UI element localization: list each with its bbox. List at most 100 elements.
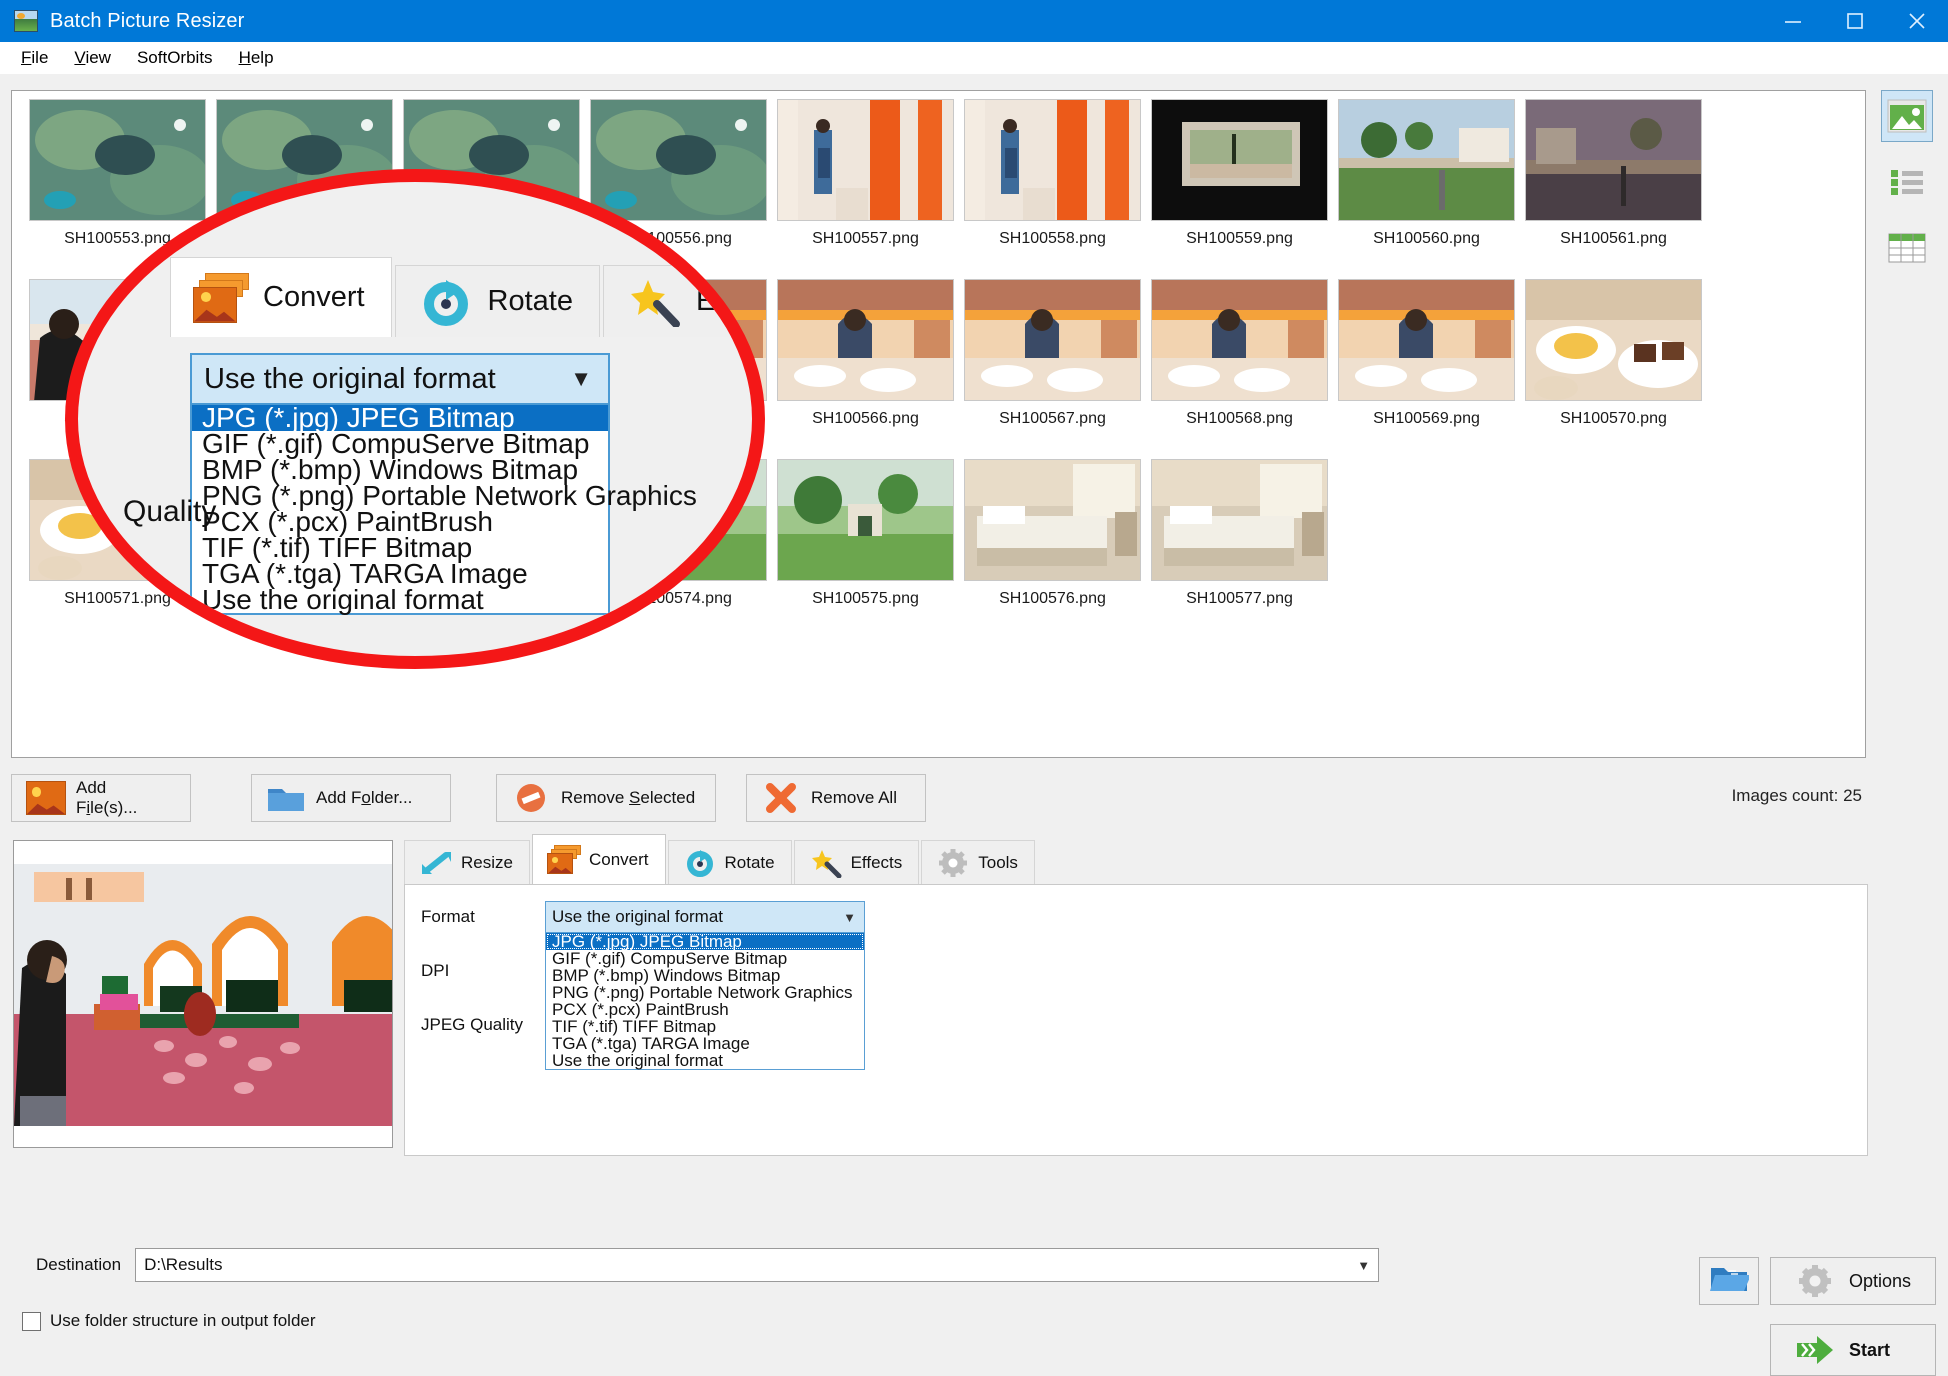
add-folder-button[interactable]: Add Folder... (251, 774, 451, 822)
main-content: SH100553.pngSH100554.pngSH100555.pngSH10… (0, 74, 1948, 1376)
thumbnail-filename: SH100577.png (1186, 590, 1293, 607)
rotate-arrow-icon (418, 277, 474, 327)
thumbnail-image[interactable] (964, 99, 1141, 221)
window-title: Batch Picture Resizer (50, 9, 245, 32)
thumbnail-item[interactable]: SH100570.png (1520, 279, 1707, 459)
close-icon[interactable] (1886, 0, 1948, 42)
menu-item-file[interactable]: File (10, 44, 59, 72)
browse-destination-button[interactable] (1699, 1257, 1759, 1305)
thumbnail-image[interactable] (777, 459, 954, 581)
title-bar: Batch Picture Resizer (0, 0, 1948, 42)
thumbnail-image[interactable] (1338, 99, 1515, 221)
destination-value: D:\Results (144, 1255, 223, 1274)
dropdown-option[interactable]: PNG (*.png) Portable Network Graphics (546, 984, 864, 1001)
menu-item-view[interactable]: View (63, 44, 122, 72)
add-files-label: Add File(s)... (76, 778, 138, 817)
thumbnail-item[interactable]: SH100577.png (1146, 459, 1333, 639)
list-view-icon[interactable] (1881, 156, 1933, 208)
magnified-tab-effects[interactable]: Ef (603, 265, 751, 337)
dropdown-option[interactable]: JPG (*.jpg) JPEG Bitmap (546, 933, 864, 950)
minimize-icon[interactable] (1762, 0, 1824, 42)
tab-resize-label: Resize (461, 852, 513, 872)
menu-item-file-label: ile (31, 47, 49, 67)
menu-item-help[interactable]: Help (228, 44, 285, 72)
magnified-format-dropdown-list[interactable]: JPG (*.jpg) JPEG Bitmap GIF (*.gif) Compu… (190, 404, 697, 615)
thumbnail-image[interactable] (964, 279, 1141, 401)
thumbnail-item[interactable]: SH100569.png (1333, 279, 1520, 459)
magnified-tab-convert[interactable]: Convert (170, 257, 392, 337)
thumbnail-image[interactable] (1151, 279, 1328, 401)
dropdown-option[interactable]: PCX (*.pcx) PaintBrush (546, 1001, 864, 1018)
jpeg-quality-label: JPEG Quality (421, 1015, 524, 1034)
thumbnail-item[interactable]: SH100557.png (772, 99, 959, 279)
add-files-button[interactable]: Add File(s)... (11, 774, 191, 822)
thumbnail-item[interactable]: SH100558.png (959, 99, 1146, 279)
thumbnail-item[interactable]: SH100576.png (959, 459, 1146, 639)
menu-item-view-label: iew (85, 47, 111, 67)
thumbnail-image[interactable] (777, 279, 954, 401)
thumbnail-item[interactable]: SH100567.png (959, 279, 1146, 459)
tab-tools[interactable]: Tools (921, 840, 1035, 884)
thumbnail-item[interactable]: SH100568.png (1146, 279, 1333, 459)
format-dropdown-list[interactable]: JPG (*.jpg) JPEG Bitmap GIF (*.gif) Compu… (545, 933, 865, 1070)
convert-tab-body: Format DPI JPEG Quality Use the original… (404, 884, 1868, 1156)
destination-input[interactable]: D:\Results ▼ (135, 1248, 1380, 1282)
thumbnail-item[interactable]: SH100559.png (1146, 99, 1333, 279)
thumbnail-image[interactable] (1338, 279, 1515, 401)
settings-tabstrip: Resize Convert Rotate Effects Tools (404, 834, 1868, 884)
chevron-down-icon: ▼ (843, 909, 856, 925)
tab-tools-label: Tools (978, 852, 1018, 872)
start-button[interactable]: Start (1770, 1324, 1936, 1376)
chevron-down-icon: ▼ (570, 366, 592, 391)
settings-panel: Resize Convert Rotate Effects Tools Form… (404, 834, 1868, 1156)
dropdown-option[interactable]: GIF (*.gif) CompuServe Bitmap (546, 950, 864, 967)
gear-icon (1793, 1263, 1837, 1299)
dropdown-option[interactable]: TIF (*.tif) TIFF Bitmap (546, 1018, 864, 1035)
no-entry-icon (511, 781, 551, 815)
resize-arrow-icon (419, 848, 453, 878)
options-button[interactable]: Options (1770, 1257, 1936, 1305)
table-view-icon[interactable] (1881, 222, 1933, 274)
dropdown-option[interactable]: BMP (*.bmp) Windows Bitmap (546, 967, 864, 984)
tab-effects[interactable]: Effects (793, 840, 920, 884)
tab-effects-label: Effects (850, 852, 903, 872)
dropdown-option[interactable]: Use the original format (546, 1052, 864, 1069)
thumbnail-image[interactable] (777, 99, 954, 221)
tab-resize[interactable]: Resize (404, 840, 530, 884)
options-label: Options (1849, 1270, 1912, 1291)
use-folder-structure-row[interactable]: Use folder structure in output folder (22, 1311, 316, 1331)
thumbnail-item[interactable]: SH100575.png (772, 459, 959, 639)
magnified-tab-rotate[interactable]: Rotate (394, 265, 600, 337)
thumbnail-filename: SH100560.png (1373, 230, 1480, 247)
magnified-format-combo[interactable]: Use the original format ▼ (190, 353, 610, 405)
dropdown-option[interactable]: TGA (*.tga) TARGA Image (546, 1035, 864, 1052)
menu-item-softorbits[interactable]: SoftOrbits (126, 44, 224, 72)
remove-all-label: Remove All (811, 788, 897, 807)
folder-icon (266, 781, 306, 815)
tab-convert-label: Convert (588, 849, 649, 869)
menu-item-softorbits-label: SoftOrbits (136, 47, 213, 67)
thumbnail-image[interactable] (964, 459, 1141, 581)
thumbnail-image[interactable] (1151, 459, 1328, 581)
tab-convert[interactable]: Convert (531, 834, 666, 884)
thumbnail-item[interactable]: SH100561.png (1520, 99, 1707, 279)
thumbnail-view-icon[interactable] (1881, 90, 1933, 142)
thumbnail-image[interactable] (1525, 279, 1702, 401)
tab-rotate[interactable]: Rotate (667, 840, 792, 884)
thumbnail-item[interactable]: SH100560.png (1333, 99, 1520, 279)
thumbnail-item[interactable]: SH100566.png (772, 279, 959, 459)
thumbnail-image[interactable] (1525, 99, 1702, 221)
dropdown-option[interactable]: Use the original format (192, 586, 608, 614)
format-combo-value: Use the original format (552, 907, 724, 926)
use-folder-structure-checkbox[interactable] (22, 1311, 41, 1331)
remove-all-button[interactable]: Remove All (746, 774, 926, 822)
gear-icon (936, 848, 970, 878)
app-picture-icon (14, 10, 38, 32)
format-combo[interactable]: Use the original format ▼ (545, 901, 865, 933)
thumbnail-image[interactable] (1151, 99, 1328, 221)
maximize-icon[interactable] (1824, 0, 1886, 42)
thumbnail-filename: SH100568.png (1186, 410, 1293, 427)
remove-selected-button[interactable]: Remove Selected (496, 774, 716, 822)
thumbnail-filename: SH100570.png (1560, 410, 1667, 427)
menu-item-help-label: elp (250, 47, 274, 67)
